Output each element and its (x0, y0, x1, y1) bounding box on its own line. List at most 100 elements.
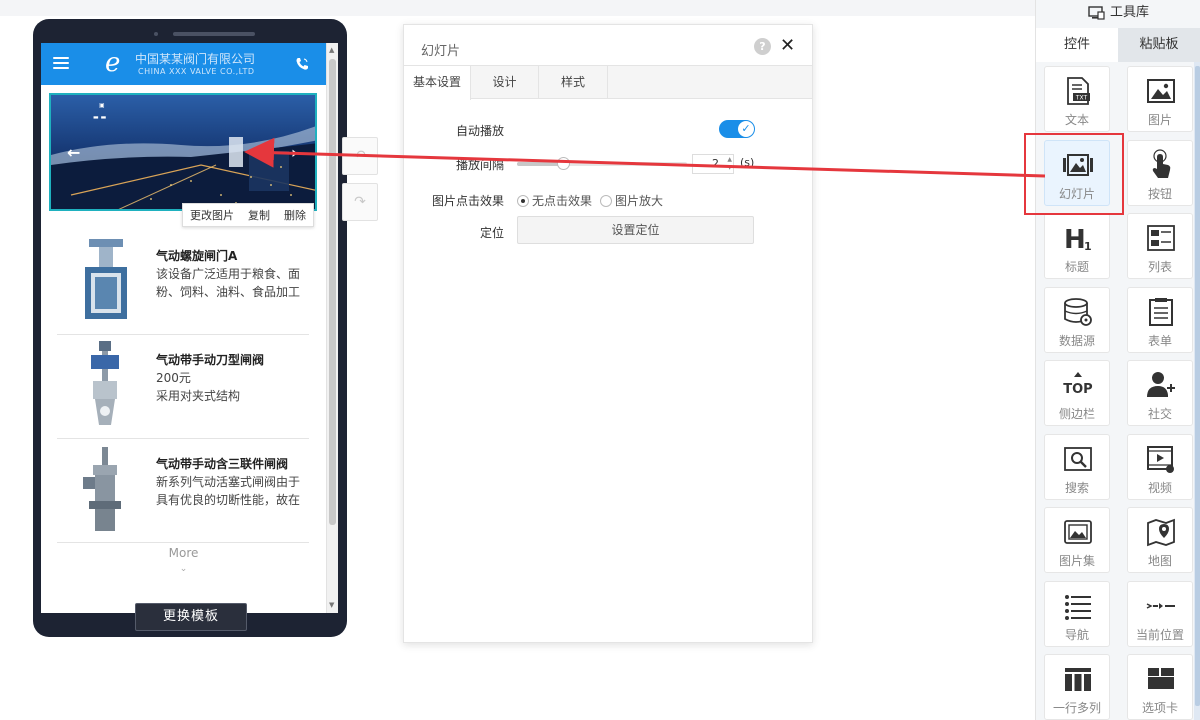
banner-prev-icon[interactable]: ← (67, 143, 80, 162)
help-icon[interactable]: ? (754, 38, 771, 55)
banner-image: ▣ ▬ ▬ (51, 95, 315, 209)
phone-call-icon[interactable] (295, 57, 309, 71)
tool-gallery[interactable]: 图片集 (1044, 507, 1110, 573)
dialog-title: 幻灯片 (421, 44, 461, 59)
close-icon[interactable]: ✕ (780, 35, 795, 56)
tab-style[interactable]: 样式 (539, 66, 608, 99)
radio-zoom-image[interactable]: 图片放大 (600, 192, 663, 209)
tool-columns[interactable]: 一行多列 (1044, 654, 1110, 720)
nav-icon (1062, 590, 1094, 622)
tab-clipboard[interactable]: 粘贴板 (1118, 28, 1200, 62)
button-icon (1145, 148, 1177, 181)
tool-social[interactable]: 社交 (1127, 360, 1193, 426)
product-item[interactable]: 气动带手动刀型闸阀 200元 采用对夹式结构 (57, 335, 309, 439)
tool-datasource[interactable]: 数据源 (1044, 286, 1110, 353)
scroll-down-icon[interactable]: ▼ (329, 601, 334, 609)
tool-label: 选项卡 (1141, 701, 1178, 715)
redo-button[interactable]: ↷ (342, 183, 378, 221)
tool-text[interactable]: TXT 文本 (1044, 66, 1110, 132)
undo-icon: ↶ (354, 148, 366, 164)
redo-icon: ↷ (354, 194, 366, 210)
tool-label: 当前位置 (1135, 627, 1184, 642)
tab-basic-settings[interactable]: 基本设置 (404, 66, 471, 100)
switch-template-button[interactable]: 更换模板 (135, 603, 247, 631)
company-name-en: CHINA XXX VALVE CO.,LTD (138, 67, 255, 76)
tool-label: 标题 (1064, 260, 1089, 274)
delete-button[interactable]: 删除 (284, 207, 306, 223)
tool-video[interactable]: 视频 (1127, 433, 1193, 500)
slideshow-settings-dialog: 幻灯片 ? ✕ 基本设置 设计 样式 自动播放 ✓ 播放间隔 2 ▲ ▼ (s) … (403, 24, 813, 643)
tool-label: 搜索 (1064, 480, 1089, 495)
more-link[interactable]: More (41, 546, 326, 560)
tool-label: 文本 (1064, 113, 1089, 127)
list-icon (1145, 222, 1177, 254)
phone-scrollbar[interactable]: ▲ ▼ (326, 43, 338, 613)
columns-icon (1062, 663, 1094, 695)
toolbox-header: 工具库 (1036, 0, 1200, 26)
tool-heading[interactable]: H 1 标题 (1044, 213, 1110, 279)
change-image-button[interactable]: 更改图片 (190, 207, 234, 223)
product-desc: 该设备广泛适用于粮食、面粉、饲料、油料、食品加工 (156, 267, 301, 299)
product-image (85, 239, 127, 319)
tool-map[interactable]: 地图 (1127, 507, 1193, 573)
toolbox-scrollbar[interactable] (1194, 62, 1200, 720)
tool-label: 数据源 (1058, 333, 1095, 348)
scroll-thumb[interactable] (1195, 66, 1200, 706)
product-image (83, 447, 121, 531)
svg-text:1: 1 (1084, 240, 1092, 253)
tool-label: 地图 (1147, 554, 1172, 568)
copy-button[interactable]: 复制 (248, 207, 270, 223)
phone-speaker (173, 32, 255, 36)
phone-screen: e 中国某某阀门有限公司 CHINA XXX VALVE CO.,LTD ▣ ▬… (41, 43, 338, 613)
datasource-icon (1062, 296, 1094, 328)
company-name: 中国某某阀门有限公司 (135, 52, 256, 66)
scroll-thumb[interactable] (329, 59, 336, 525)
tool-label: 社交 (1147, 407, 1172, 421)
menu-icon[interactable] (53, 57, 69, 70)
tool-label: 侧边栏 (1058, 407, 1095, 421)
tab-controls[interactable]: 控件 (1036, 28, 1118, 62)
tab-design[interactable]: 设计 (471, 66, 539, 99)
svg-text:▣: ▣ (99, 102, 105, 109)
mobile-header: e 中国某某阀门有限公司 CHINA XXX VALVE CO.,LTD (41, 43, 326, 85)
toolbox-icon (1088, 5, 1105, 20)
banner-next-icon[interactable]: › (291, 143, 298, 162)
tool-search[interactable]: 搜索 (1044, 433, 1110, 500)
tool-tabs[interactable]: 选项卡 (1127, 654, 1193, 720)
product-item[interactable]: 气动带手动含三联件闸阀 新系列气动活塞式闸阀由于具有优良的切断性能，故在 (57, 439, 309, 543)
chevron-down-icon[interactable]: ⌄ (41, 564, 326, 574)
autoplay-toggle[interactable]: ✓ (719, 120, 755, 138)
slideshow-banner[interactable]: ▣ ▬ ▬ ← › (49, 93, 317, 211)
toolbox-title: 工具库 (1109, 5, 1149, 20)
click-effect-label: 图片点击效果 (431, 194, 504, 208)
phone-preview: e 中国某某阀门有限公司 CHINA XXX VALVE CO.,LTD ▣ ▬… (33, 19, 347, 637)
product-desc: 200元 采用对夹式结构 (156, 371, 241, 403)
product-item[interactable]: 气动螺旋闸门A 该设备广泛适用于粮食、面粉、饲料、油料、食品加工 (57, 231, 309, 335)
tool-button[interactable]: 按钮 (1127, 139, 1193, 206)
tool-sidebar[interactable]: TOP 侧边栏 (1044, 360, 1110, 426)
stepper-icon[interactable]: ▲ ▼ (721, 156, 732, 172)
product-title: 气动带手动含三联件闸阀 (156, 457, 289, 471)
interval-unit: (s) (740, 156, 755, 169)
phone-camera (154, 32, 158, 36)
tool-label: 表单 (1147, 333, 1172, 348)
autoplay-label: 自动播放 (455, 124, 504, 138)
interval-slider-handle[interactable] (556, 157, 570, 170)
product-image (91, 341, 119, 425)
tool-image[interactable]: 图片 (1127, 66, 1193, 132)
interval-input[interactable]: 2 ▲ ▼ (692, 154, 734, 174)
video-icon (1145, 443, 1177, 475)
radio-no-effect[interactable]: 无点击效果 (517, 192, 592, 209)
toolbox-panel: 工具库 控件 粘贴板 TXT 文本 图片 幻灯片 按钮 H 1 标题 列表 数据源 表单 TOP 侧边栏… (1035, 0, 1200, 720)
top-band (0, 0, 1035, 16)
gallery-icon (1062, 516, 1094, 548)
set-position-button[interactable]: 设置定位 (517, 216, 754, 244)
tool-list[interactable]: 列表 (1127, 213, 1193, 279)
undo-button[interactable]: ↶ (342, 137, 378, 175)
tool-form[interactable]: 表单 (1127, 286, 1193, 353)
tool-breadcrumb[interactable]: 当前位置 (1127, 580, 1193, 647)
interval-slider[interactable] (517, 157, 687, 170)
tool-nav[interactable]: 导航 (1044, 580, 1110, 647)
text-icon: TXT (1062, 75, 1094, 107)
scroll-up-icon[interactable]: ▲ (329, 46, 334, 54)
